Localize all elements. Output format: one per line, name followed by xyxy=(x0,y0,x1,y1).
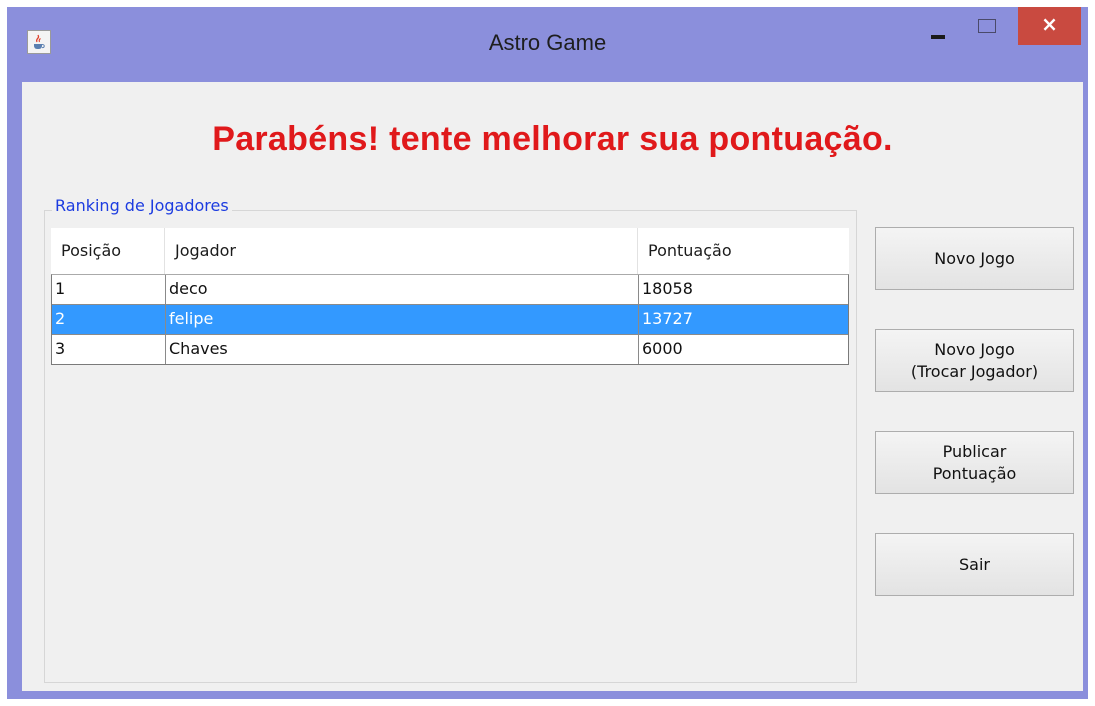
title-bar[interactable]: Astro Game × xyxy=(7,7,1088,82)
cell-jogador: felipe xyxy=(166,305,639,334)
table-body: 1 deco 18058 2 felipe 13727 3 Chaves 600… xyxy=(51,274,849,365)
cell-pontuacao: 13727 xyxy=(642,309,693,328)
minimize-icon xyxy=(931,35,945,39)
table-row[interactable]: 1 deco 18058 xyxy=(52,275,848,304)
column-header-jogador[interactable]: Jogador xyxy=(165,228,638,274)
column-header-pontuacao[interactable]: Pontuação xyxy=(638,228,849,274)
ranking-group-label: Ranking de Jogadores xyxy=(52,196,232,215)
cell-posicao: 2 xyxy=(52,305,166,334)
cell-jogador: Chaves xyxy=(166,335,639,364)
new-game-switch-player-button[interactable]: Novo Jogo (Trocar Jogador) xyxy=(875,329,1074,392)
content-panel: Parabéns! tente melhorar sua pontuação. … xyxy=(22,82,1083,691)
maximize-button[interactable] xyxy=(970,7,1004,45)
publish-label-line2: Pontuação xyxy=(932,463,1017,483)
column-header-posicao[interactable]: Posição xyxy=(51,228,165,274)
exit-button[interactable]: Sair xyxy=(875,533,1074,596)
table-row-selected[interactable]: 2 felipe 13727 xyxy=(52,304,848,334)
cell-pontuacao: 6000 xyxy=(642,339,683,358)
cell-posicao: 3 xyxy=(52,335,166,364)
cell-pontuacao: 18058 xyxy=(642,279,693,298)
publish-label-line1: Publicar xyxy=(942,441,1007,461)
close-button[interactable]: × xyxy=(1018,7,1081,45)
table-header: Posição Jogador Pontuação xyxy=(51,228,849,274)
switch-player-label-line1: Novo Jogo xyxy=(934,339,1015,359)
cell-posicao: 1 xyxy=(52,275,166,304)
minimize-button[interactable] xyxy=(921,7,955,45)
new-game-button[interactable]: Novo Jogo xyxy=(875,227,1074,290)
switch-player-label-line2: (Trocar Jogador) xyxy=(910,361,1039,381)
ranking-table[interactable]: Posição Jogador Pontuação 1 deco 18058 2… xyxy=(51,228,849,365)
close-icon: × xyxy=(1041,12,1058,36)
exit-label: Sair xyxy=(959,554,990,574)
maximize-icon xyxy=(978,19,996,33)
app-window: Astro Game × Parabéns! tente melhorar su… xyxy=(7,7,1088,699)
cell-jogador: deco xyxy=(166,275,639,304)
new-game-label: Novo Jogo xyxy=(934,248,1015,268)
table-row[interactable]: 3 Chaves 6000 xyxy=(52,334,848,364)
publish-score-button[interactable]: Publicar Pontuação xyxy=(875,431,1074,494)
congratulations-message: Parabéns! tente melhorar sua pontuação. xyxy=(212,120,893,158)
